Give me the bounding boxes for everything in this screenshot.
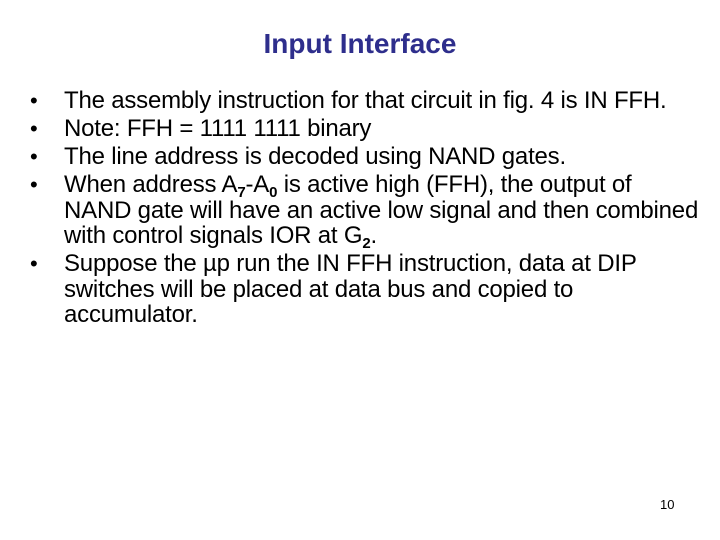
- bullet-item: • The line address is decoded using NAND…: [30, 144, 700, 170]
- bullet-text: Suppose the µp run the IN FFH instructio…: [64, 250, 637, 328]
- text-segment: .: [370, 222, 377, 249]
- bullet-dot-icon: •: [30, 172, 38, 197]
- page-number: 10: [660, 497, 675, 512]
- bullet-list: • The assembly instruction for that circ…: [30, 88, 700, 330]
- bullet-item: • Note: FFH = 1111 1111 binary: [30, 116, 700, 142]
- bullet-dot-icon: •: [30, 251, 38, 276]
- text-segment: -A: [245, 171, 270, 198]
- bullet-dot-icon: •: [30, 116, 38, 141]
- bullet-item: • The assembly instruction for that circ…: [30, 88, 700, 114]
- slide-title: Input Interface: [263, 28, 457, 59]
- bullet-text: When address A7-A0 is active high (FFH),…: [64, 171, 698, 251]
- bullet-item: • Suppose the µp run the IN FFH instruct…: [30, 251, 700, 328]
- bullet-text: The assembly instruction for that circui…: [64, 87, 667, 114]
- bullet-text: Note: FFH = 1111 1111 binary: [64, 115, 372, 142]
- bullet-dot-icon: •: [30, 88, 38, 113]
- bullet-text: The line address is decoded using NAND g…: [64, 143, 566, 170]
- text-segment: When address A: [64, 171, 238, 198]
- bullet-dot-icon: •: [30, 144, 38, 169]
- bullet-item: • When address A7-A0 is active high (FFH…: [30, 171, 700, 251]
